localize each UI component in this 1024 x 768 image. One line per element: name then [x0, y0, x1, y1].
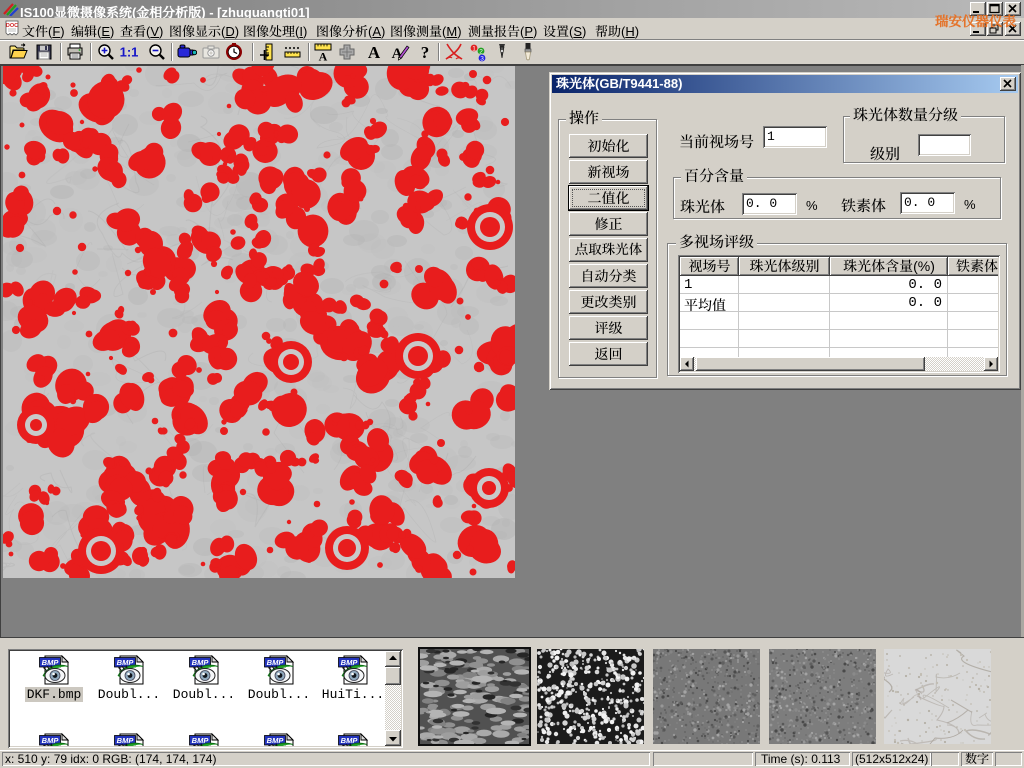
svg-text:A: A	[368, 43, 381, 62]
svg-text:?: ?	[421, 43, 430, 62]
svg-text:A: A	[319, 50, 328, 63]
svg-text:DOC: DOC	[6, 23, 18, 29]
svg-text:1:1: 1:1	[120, 45, 139, 60]
svg-text:2: 2	[479, 48, 483, 55]
svg-text:1: 1	[472, 45, 476, 52]
svg-text:3: 3	[480, 55, 484, 62]
